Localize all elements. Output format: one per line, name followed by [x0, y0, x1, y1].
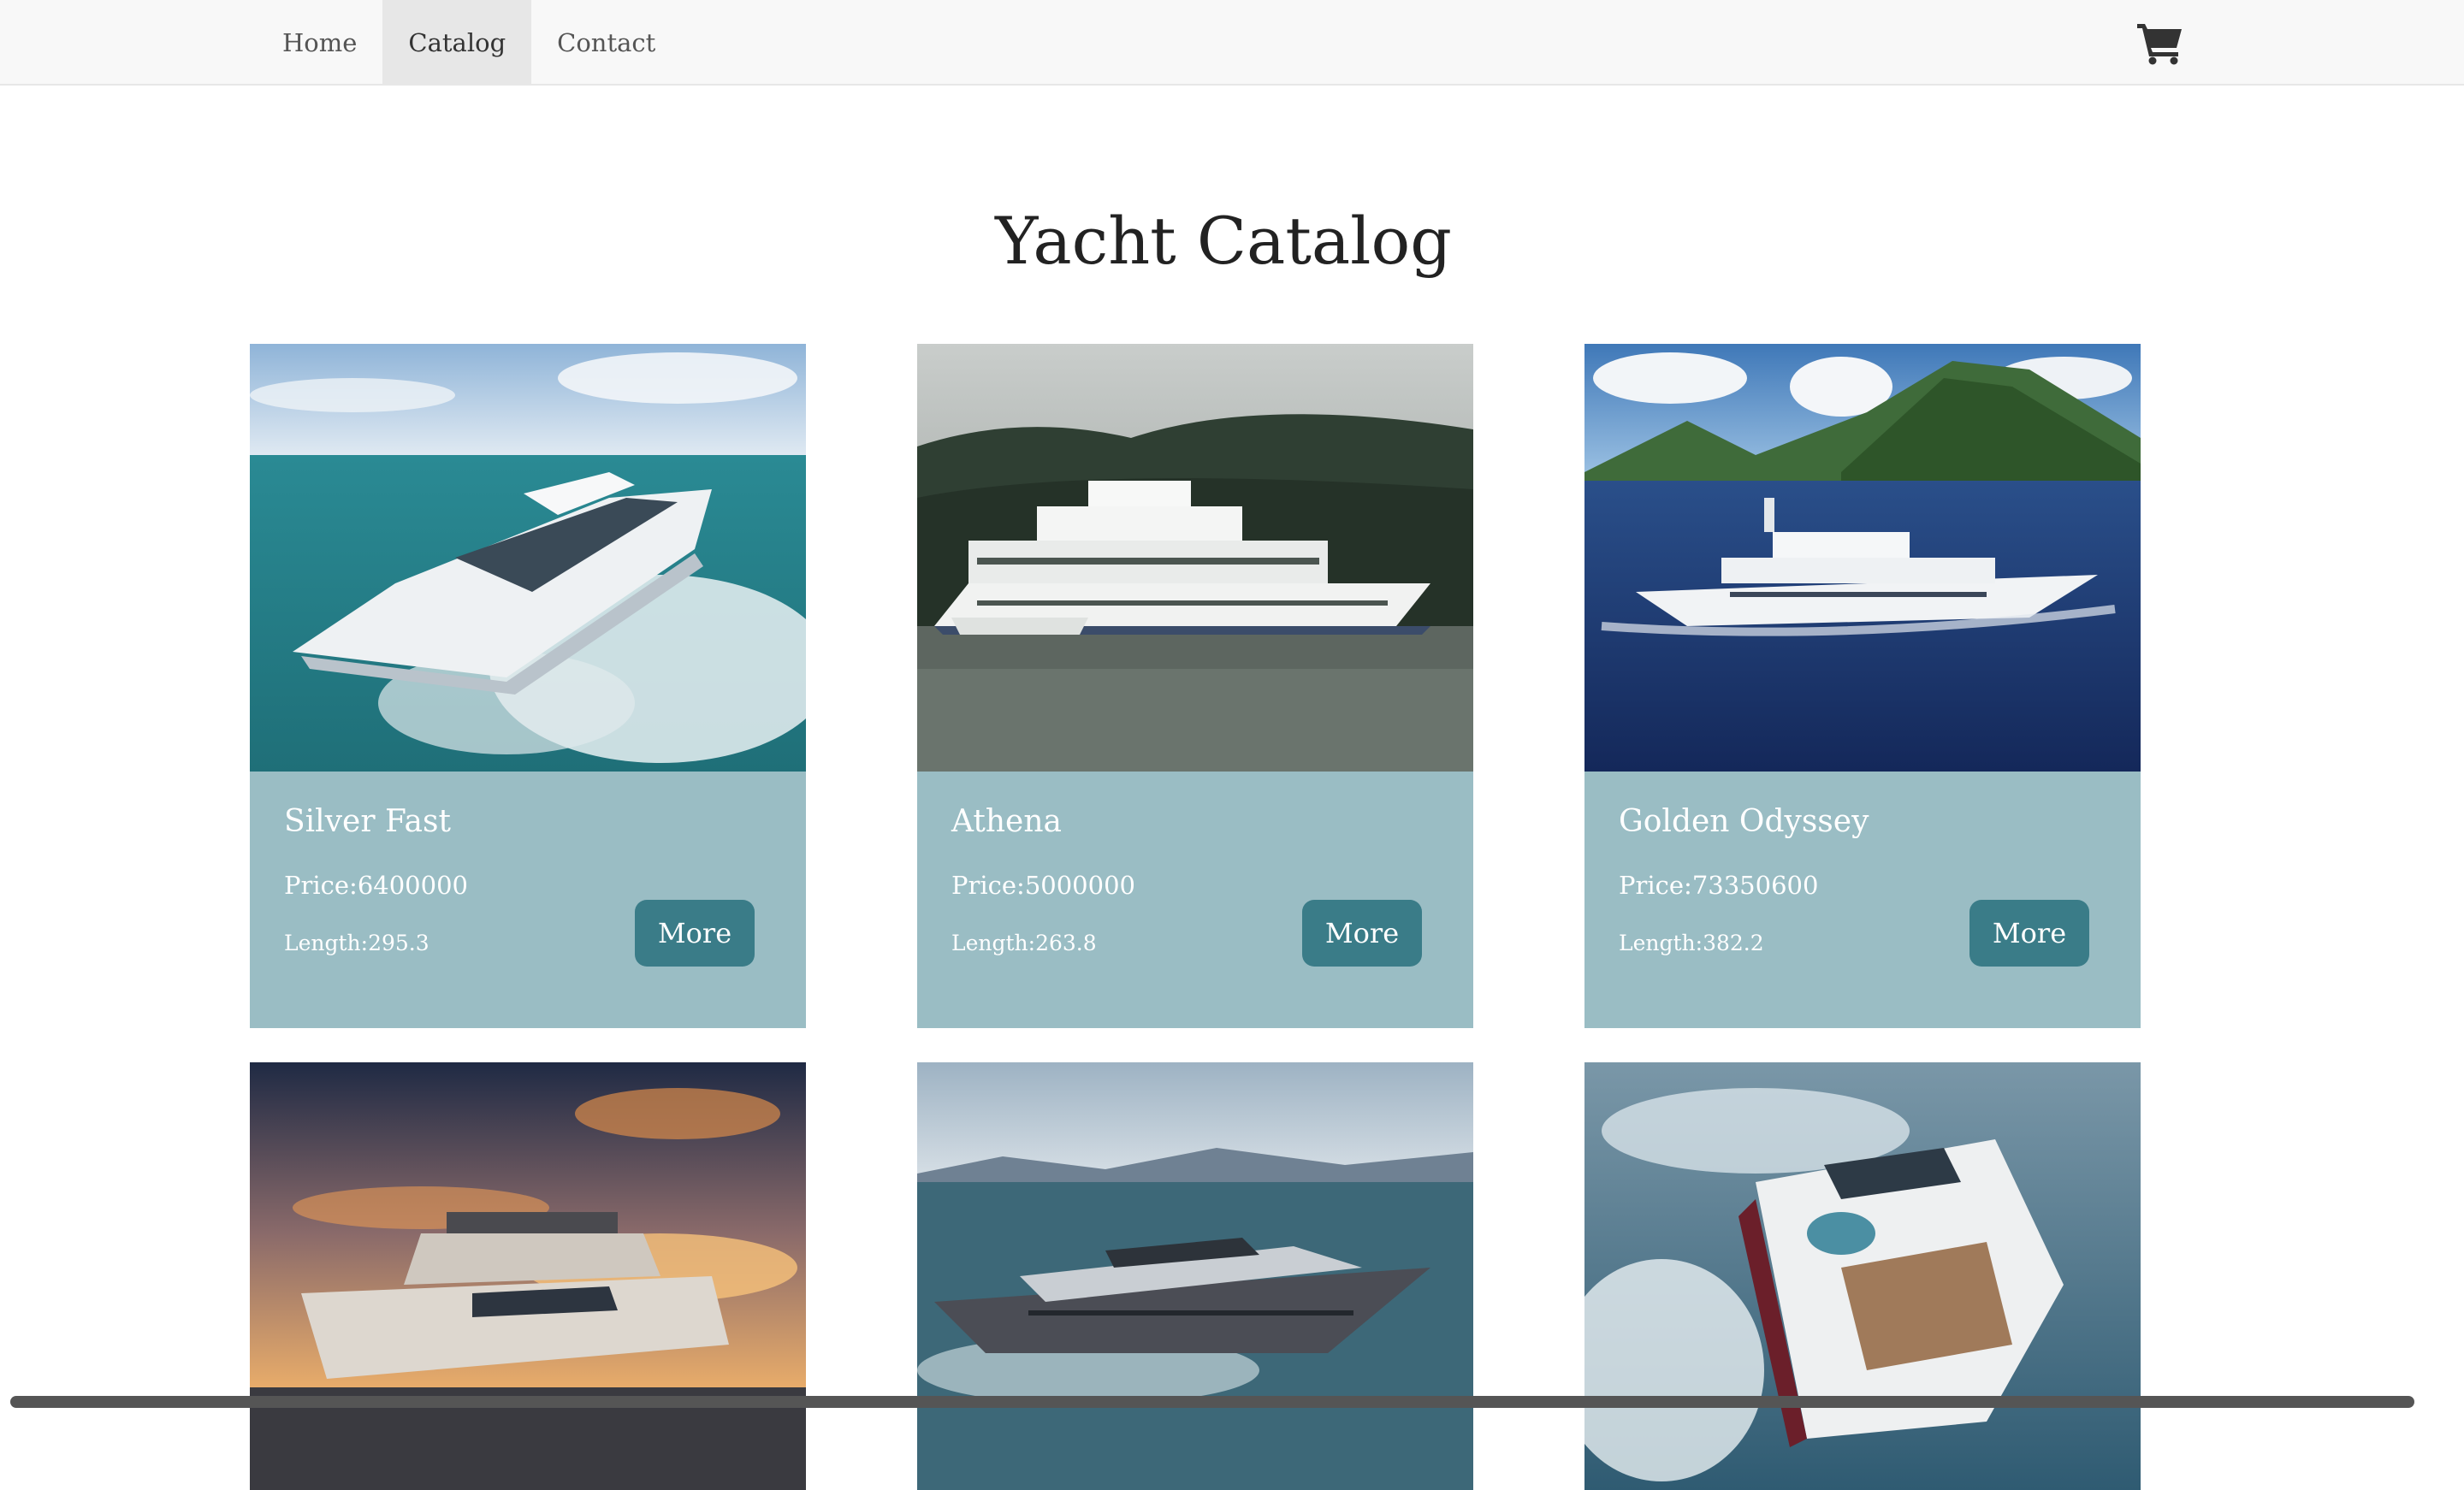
page-title: Yacht Catalog — [995, 203, 1452, 279]
more-button[interactable]: More — [1969, 900, 2089, 967]
yacht-card: Silver Fast Price:6400000 Length:295.3 M… — [250, 344, 806, 1028]
yacht-card-body: Golden Odyssey Price:73350600 Length:382… — [1584, 772, 2141, 1028]
horizontal-scrollbar[interactable] — [10, 1396, 2414, 1408]
more-button[interactable]: More — [1302, 900, 1422, 967]
yacht-image[interactable] — [917, 344, 1473, 772]
yacht-card: Golden Odyssey Price:73350600 Length:382… — [1584, 344, 2141, 1028]
yacht-image[interactable] — [250, 1062, 806, 1490]
yacht-card — [917, 1062, 1473, 1490]
nav-link-contact[interactable]: Contact — [531, 0, 681, 86]
shopping-cart-icon[interactable] — [2137, 21, 2183, 65]
more-button[interactable]: More — [635, 900, 755, 967]
yacht-image[interactable] — [250, 344, 806, 772]
yacht-image[interactable] — [917, 1062, 1473, 1490]
yacht-card: Athena Price:5000000 Length:263.8 More — [917, 344, 1473, 1028]
yacht-name: Silver Fast — [284, 804, 451, 839]
nav-links: Home Catalog Contact — [257, 0, 681, 86]
yacht-card-body: Silver Fast Price:6400000 Length:295.3 M… — [250, 772, 806, 1028]
yacht-length: Length:382.2 — [1619, 931, 1764, 955]
yacht-image[interactable] — [1584, 344, 2141, 772]
yacht-card — [1584, 1062, 2141, 1490]
nav-link-catalog[interactable]: Catalog — [382, 0, 532, 86]
yacht-image[interactable] — [1584, 1062, 2141, 1490]
yacht-card — [250, 1062, 806, 1490]
yacht-length: Length:295.3 — [284, 931, 429, 955]
yacht-name: Golden Odyssey — [1619, 804, 1869, 839]
yacht-price: Price:6400000 — [284, 871, 468, 900]
yacht-name: Athena — [951, 804, 1062, 839]
yacht-card-body: Athena Price:5000000 Length:263.8 More — [917, 772, 1473, 1028]
nav-link-home[interactable]: Home — [257, 0, 382, 86]
top-navbar: Home Catalog Contact — [0, 0, 2464, 86]
yacht-price: Price:5000000 — [951, 871, 1135, 900]
yacht-price: Price:73350600 — [1619, 871, 1819, 900]
yacht-length: Length:263.8 — [951, 931, 1097, 955]
